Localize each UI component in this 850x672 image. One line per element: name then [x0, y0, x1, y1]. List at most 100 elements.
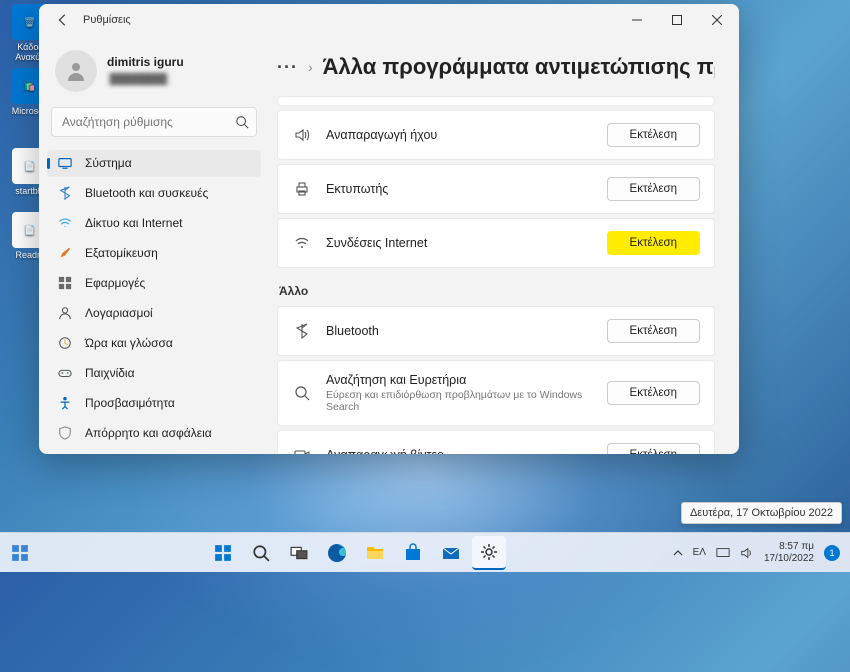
gamepad-icon	[57, 365, 73, 381]
taskbar-explorer[interactable]	[358, 536, 392, 570]
avatar	[55, 50, 97, 92]
troubleshooter-label: Εκτυπωτής	[326, 182, 593, 196]
nav-network[interactable]: Δίκτυο και Internet	[47, 210, 261, 237]
person-icon	[57, 305, 73, 321]
mail-icon	[441, 543, 461, 563]
nav-label: Εφαρμογές	[85, 276, 145, 290]
clock-date: 17/10/2022	[764, 553, 814, 565]
nav-label: Εξατομίκευση	[85, 246, 158, 260]
taskbar-mail[interactable]	[434, 536, 468, 570]
accessibility-icon	[57, 395, 73, 411]
run-button-highlighted[interactable]: Εκτέλεση	[607, 231, 700, 255]
person-icon	[64, 59, 88, 83]
search-input[interactable]	[51, 107, 257, 137]
nav-label: Bluetooth και συσκευές	[85, 186, 208, 200]
run-button[interactable]: Εκτέλεση	[607, 177, 700, 201]
wifi-icon	[57, 215, 73, 231]
taskbar-settings[interactable]	[472, 536, 506, 570]
minimize-icon	[632, 15, 642, 25]
clock-time: 8:57 πμ	[764, 541, 814, 553]
arrow-left-icon	[56, 13, 70, 27]
titlebar: Ρυθμίσεις	[39, 4, 739, 36]
nav-accounts[interactable]: Λογαριασμοί	[47, 300, 261, 327]
apps-icon	[57, 275, 73, 291]
troubleshooter-video: Αναπαραγωγή βίντεο Εκτέλεση	[277, 430, 715, 454]
widgets-button[interactable]	[3, 536, 37, 570]
troubleshooter-bluetooth: Bluetooth Εκτέλεση	[277, 306, 715, 356]
clock-language-icon	[57, 335, 73, 351]
taskbar-edge[interactable]	[320, 536, 354, 570]
search-icon	[252, 544, 270, 562]
maximize-icon	[672, 15, 682, 25]
troubleshooter-audio: Αναπαραγωγή ήχου Εκτέλεση	[277, 110, 715, 160]
system-icon	[57, 155, 73, 171]
speaker-icon	[292, 125, 312, 145]
task-view-icon	[290, 544, 308, 562]
troubleshooter-search: Αναζήτηση και Ευρετήρια Εύρεση και επιδι…	[277, 360, 715, 426]
nav-personalization[interactable]: Εξατομίκευση	[47, 240, 261, 267]
network-tray-icon[interactable]	[716, 546, 730, 560]
sidebar: dimitris iguru ████████ Σύστημα Bluetoot…	[39, 36, 269, 454]
language-indicator[interactable]: ΕΛ	[693, 547, 706, 558]
clock[interactable]: 8:57 πμ 17/10/2022	[764, 541, 814, 564]
search-taskbar[interactable]	[244, 536, 278, 570]
nav-accessibility[interactable]: Προσβασιμότητα	[47, 389, 261, 416]
bluetooth-icon	[57, 185, 73, 201]
run-button[interactable]: Εκτέλεση	[607, 123, 700, 147]
nav-label: Προσβασιμότητα	[85, 396, 175, 410]
bluetooth-icon	[292, 321, 312, 341]
shield-icon	[57, 425, 73, 441]
troubleshooter-label: Αναζήτηση και Ευρετήρια	[326, 373, 593, 387]
breadcrumb: ··· › Άλλα προγράμματα αντιμετώπισης προ…	[277, 36, 715, 96]
run-button[interactable]: Εκτέλεση	[607, 319, 700, 343]
nav-privacy[interactable]: Απόρρητο και ασφάλεια	[47, 419, 261, 446]
troubleshooter-sub: Εύρεση και επιδιόρθωση προβλημάτων με το…	[326, 389, 593, 413]
nav-label: Σύστημα	[85, 156, 132, 170]
widgets-icon	[11, 544, 29, 562]
tray-chevron-up-icon[interactable]	[673, 548, 683, 558]
user-block[interactable]: dimitris iguru ████████	[47, 44, 261, 104]
window-title: Ρυθμίσεις	[83, 14, 131, 26]
troubleshooter-printer: Εκτυπωτής Εκτέλεση	[277, 164, 715, 214]
video-icon	[292, 445, 312, 454]
folder-icon	[365, 543, 385, 563]
nav-label: Δίκτυο και Internet	[85, 216, 182, 230]
close-button[interactable]	[697, 4, 737, 36]
nav-gaming[interactable]: Παιχνίδια	[47, 359, 261, 386]
troubleshooter-label: Bluetooth	[326, 324, 593, 338]
settings-window: Ρυθμίσεις dimitris iguru ████████	[39, 4, 739, 454]
edge-icon	[327, 543, 347, 563]
run-button[interactable]: Εκτέλεση	[607, 443, 700, 454]
nav-apps[interactable]: Εφαρμογές	[47, 270, 261, 297]
taskbar-store[interactable]	[396, 536, 430, 570]
page-title: Άλλα προγράμματα αντιμετώπισης προβλ	[323, 54, 715, 80]
taskbar: ΕΛ 8:57 πμ 17/10/2022 1	[0, 532, 850, 572]
search-box	[51, 107, 257, 137]
run-button[interactable]: Εκτέλεση	[607, 381, 700, 405]
nav-time-language[interactable]: Ώρα και γλώσσα	[47, 329, 261, 356]
minimize-button[interactable]	[617, 4, 657, 36]
volume-tray-icon[interactable]	[740, 546, 754, 560]
gear-icon	[479, 542, 499, 562]
task-view[interactable]	[282, 536, 316, 570]
start-button[interactable]	[206, 536, 240, 570]
search-icon	[292, 383, 312, 403]
brush-icon	[57, 245, 73, 261]
troubleshooter-internet: Συνδέσεις Internet Εκτέλεση	[277, 218, 715, 268]
user-name: dimitris iguru	[107, 55, 184, 69]
notification-badge[interactable]: 1	[824, 545, 840, 561]
nav-system[interactable]: Σύστημα	[47, 150, 261, 177]
breadcrumb-more[interactable]: ···	[277, 57, 298, 78]
back-button[interactable]	[51, 8, 75, 32]
user-email: ████████	[107, 73, 170, 86]
printer-icon	[292, 179, 312, 199]
store-icon	[403, 543, 423, 563]
chevron-right-icon: ›	[308, 59, 313, 75]
content-area: ··· › Άλλα προγράμματα αντιμετώπισης προ…	[269, 36, 739, 454]
wifi-icon	[292, 233, 312, 253]
nav-bluetooth[interactable]: Bluetooth και συσκευές	[47, 180, 261, 207]
troubleshooter-label: Αναπαραγωγή βίντεο	[326, 448, 593, 454]
maximize-button[interactable]	[657, 4, 697, 36]
nav-label: Ώρα και γλώσσα	[85, 336, 173, 350]
search-icon	[235, 115, 249, 129]
